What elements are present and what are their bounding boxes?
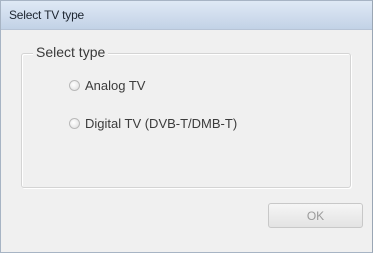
dialog-title: Select TV type <box>9 8 85 22</box>
groupbox-label: Select type <box>33 44 109 60</box>
radio-option-digital-tv[interactable]: Digital TV (DVB-T/DMB-T) <box>69 116 237 131</box>
radio-label-analog-tv[interactable]: Analog TV <box>85 78 145 93</box>
radio-button-icon[interactable] <box>69 80 80 91</box>
ok-button[interactable]: OK <box>268 203 363 228</box>
radio-label-digital-tv[interactable]: Digital TV (DVB-T/DMB-T) <box>85 116 237 131</box>
radio-button-icon[interactable] <box>69 118 80 129</box>
title-bar[interactable]: Select TV type <box>1 1 372 30</box>
radio-option-analog-tv[interactable]: Analog TV <box>69 78 145 93</box>
select-tv-type-dialog: Select TV type Select type Analog TV Dig… <box>0 0 373 253</box>
